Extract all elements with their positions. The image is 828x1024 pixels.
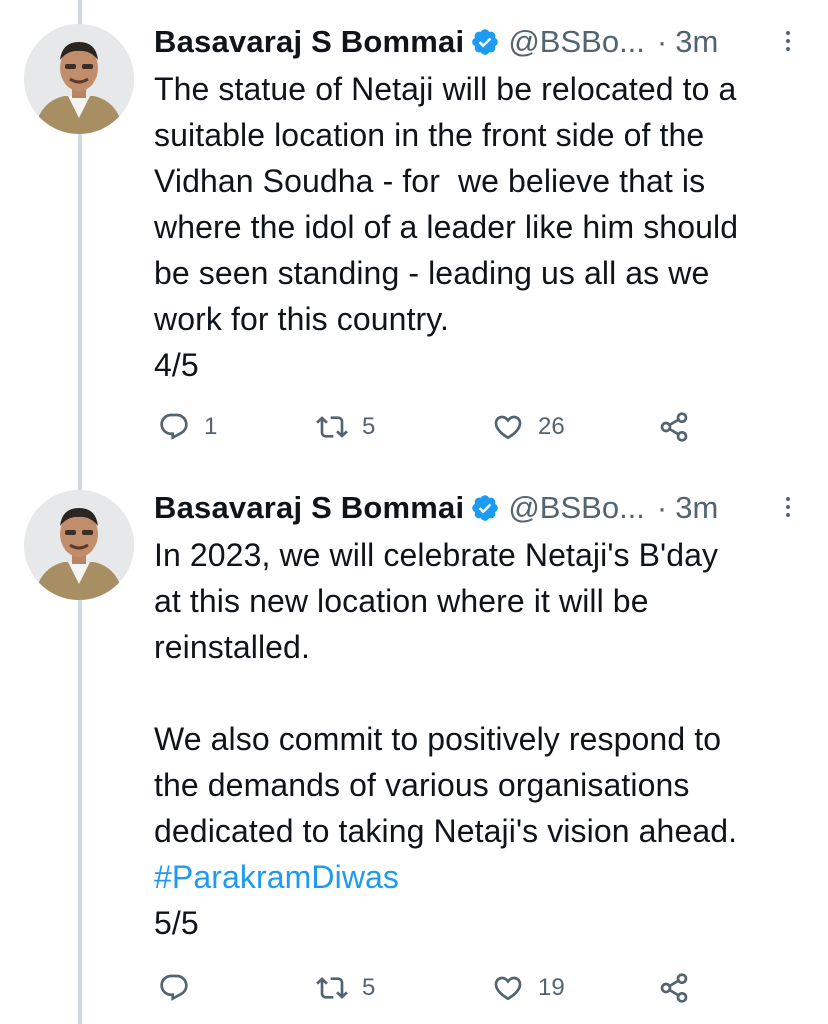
tweet-text-main: In 2023, we will celebrate Netaji's B'da…: [154, 537, 738, 849]
separator-dot: ·: [656, 24, 668, 59]
retweet-icon: [316, 416, 348, 438]
retweet-button[interactable]: 5: [316, 968, 375, 1008]
tweet-timestamp[interactable]: 3m: [675, 484, 718, 532]
like-count: 19: [538, 974, 565, 1001]
tweet-timestamp[interactable]: 3m: [675, 18, 718, 66]
share-button[interactable]: [658, 968, 690, 1008]
more-options-icon[interactable]: [782, 494, 794, 522]
hashtag-link[interactable]: #ParakramDiwas: [154, 859, 399, 895]
thread-position: 5/5: [154, 905, 199, 941]
tweet-header: Basavaraj S Bommai @BSBo... · 3m: [154, 18, 718, 66]
reply-button[interactable]: 1: [158, 407, 217, 447]
share-button[interactable]: [658, 407, 690, 447]
share-icon: [660, 973, 688, 1003]
tweet-text: In 2023, we will celebrate Netaji's B'da…: [154, 532, 824, 946]
avatar[interactable]: [24, 490, 134, 600]
like-icon: [494, 976, 522, 1001]
retweet-button[interactable]: 5: [316, 407, 375, 447]
separator-dot: ·: [656, 490, 668, 525]
like-icon: [494, 415, 522, 440]
author-handle[interactable]: @BSBo...: [508, 484, 645, 532]
like-button[interactable]: 26: [492, 407, 565, 447]
retweet-count: 5: [362, 974, 376, 1001]
author-name[interactable]: Basavaraj S Bommai: [154, 484, 464, 532]
like-count: 26: [538, 413, 565, 440]
retweet-icon: [316, 977, 348, 999]
tweet-text: The statue of Netaji will be relocated t…: [154, 71, 739, 383]
verified-badge-icon: [472, 29, 499, 55]
reply-icon: [160, 413, 188, 440]
author-name[interactable]: Basavaraj S Bommai: [154, 18, 464, 66]
retweet-count: 5: [362, 413, 376, 440]
tweet-header: Basavaraj S Bommai @BSBo... · 3m: [154, 484, 718, 532]
reply-button[interactable]: [158, 968, 204, 1008]
verified-badge-icon: [472, 495, 499, 521]
share-icon: [660, 412, 688, 442]
like-button[interactable]: 19: [492, 968, 565, 1008]
tweet-actions: 1 5 26: [154, 407, 714, 447]
avatar[interactable]: [24, 24, 134, 134]
more-options-icon[interactable]: [782, 28, 794, 56]
author-handle[interactable]: @BSBo...: [508, 18, 645, 66]
reply-icon: [160, 974, 188, 1001]
tweet-actions: 5 19: [154, 968, 714, 1008]
reply-count: 1: [204, 413, 218, 440]
